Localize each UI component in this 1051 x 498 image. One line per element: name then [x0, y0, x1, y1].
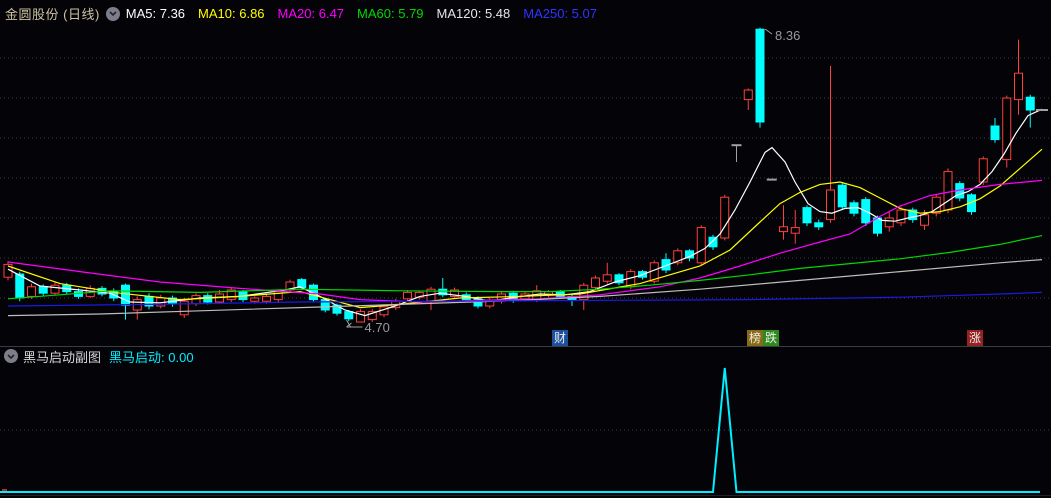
candle-body — [591, 277, 600, 289]
candle-body — [1014, 72, 1023, 101]
main-chart-canvas[interactable]: 8.36 4.70 — [0, 0, 1051, 498]
low-price-label: 4.70 — [365, 320, 390, 335]
candle-body — [250, 297, 260, 302]
candle-body — [50, 284, 60, 294]
indicator-label: 黑马启动: — [109, 349, 165, 365]
candle-body — [743, 89, 753, 101]
candle-body — [27, 286, 36, 297]
candle-body — [755, 28, 765, 123]
indicator-value: 0.00 — [168, 349, 194, 365]
candle-body — [344, 311, 354, 320]
watermark-tag: 跌 — [763, 330, 779, 346]
candle-body — [297, 279, 307, 289]
watermark-tag: 榜 — [747, 330, 763, 346]
chevron-down-circle-icon[interactable] — [105, 6, 120, 21]
candle-body — [191, 295, 201, 305]
ma-legend-item: MA250: 5.07 — [523, 6, 597, 21]
ma-legend-item: MA20: 6.47 — [277, 6, 345, 21]
high-price-label: 8.36 — [775, 28, 800, 43]
chevron-down-glyph — [109, 11, 117, 16]
candle-body — [873, 217, 882, 234]
last-price-tick — [1036, 109, 1048, 111]
sub-left-red-tick — [2, 489, 7, 491]
ma-line-ma10 — [7, 148, 1043, 309]
ma-legend: MA5: 7.36 MA10: 6.86 MA20: 6.47 MA60: 5.79 M… — [126, 6, 610, 21]
ma-legend-item: MA120: 5.48 — [436, 6, 511, 21]
sub-chart-title: 黑马启动副图 — [23, 349, 102, 365]
indicator-readout: 黑马启动: 0.00 — [109, 347, 194, 366]
candle-body — [943, 171, 953, 211]
candle-body — [602, 274, 612, 282]
chevron-down-glyph — [7, 353, 15, 359]
candle-body — [15, 273, 25, 299]
candle-body — [121, 284, 130, 306]
candle-body — [884, 217, 894, 228]
candle-body — [920, 214, 929, 226]
ma-line-ma120 — [7, 259, 1043, 317]
chevron-down-circle-icon[interactable] — [4, 349, 18, 363]
candle-body — [802, 207, 812, 224]
stock-chart-app: 8.36 4.70 金圆股份 (日线) MA5: 7.36 MA10: 6.86 MA… — [0, 0, 1051, 498]
ma-line-ma20 — [7, 179, 1043, 303]
candle-body — [262, 295, 271, 302]
stock-title: 金圆股份 (日线) — [5, 7, 100, 22]
candle-body — [814, 222, 824, 228]
ma-legend-item: MA60: 5.79 — [357, 6, 424, 21]
candle-body — [779, 226, 788, 233]
main-chart-header: 金圆股份 (日线) MA5: 7.36 MA10: 6.86 MA20: 6.47 M… — [0, 0, 1051, 27]
sub-chart-header: 黑马启动副图 黑马启动: 0.00 — [0, 347, 1051, 366]
bottom-border — [0, 495, 1051, 496]
watermark-tag: 财 — [552, 330, 568, 346]
watermark-tag: 涨 — [967, 330, 983, 346]
candle-body — [826, 189, 835, 221]
candle-body — [696, 227, 706, 264]
high-pointer — [764, 28, 773, 35]
candle-body — [403, 291, 412, 300]
candle-body — [38, 286, 48, 294]
ma-legend-item: MA5: 7.36 — [125, 6, 186, 21]
candle-body — [990, 125, 1000, 141]
candle-body — [1025, 96, 1035, 111]
ma-line-ma60 — [7, 235, 1043, 300]
candle-body — [837, 184, 847, 208]
ma-legend-item: MA10: 6.86 — [198, 6, 265, 21]
candle-body — [790, 227, 800, 234]
